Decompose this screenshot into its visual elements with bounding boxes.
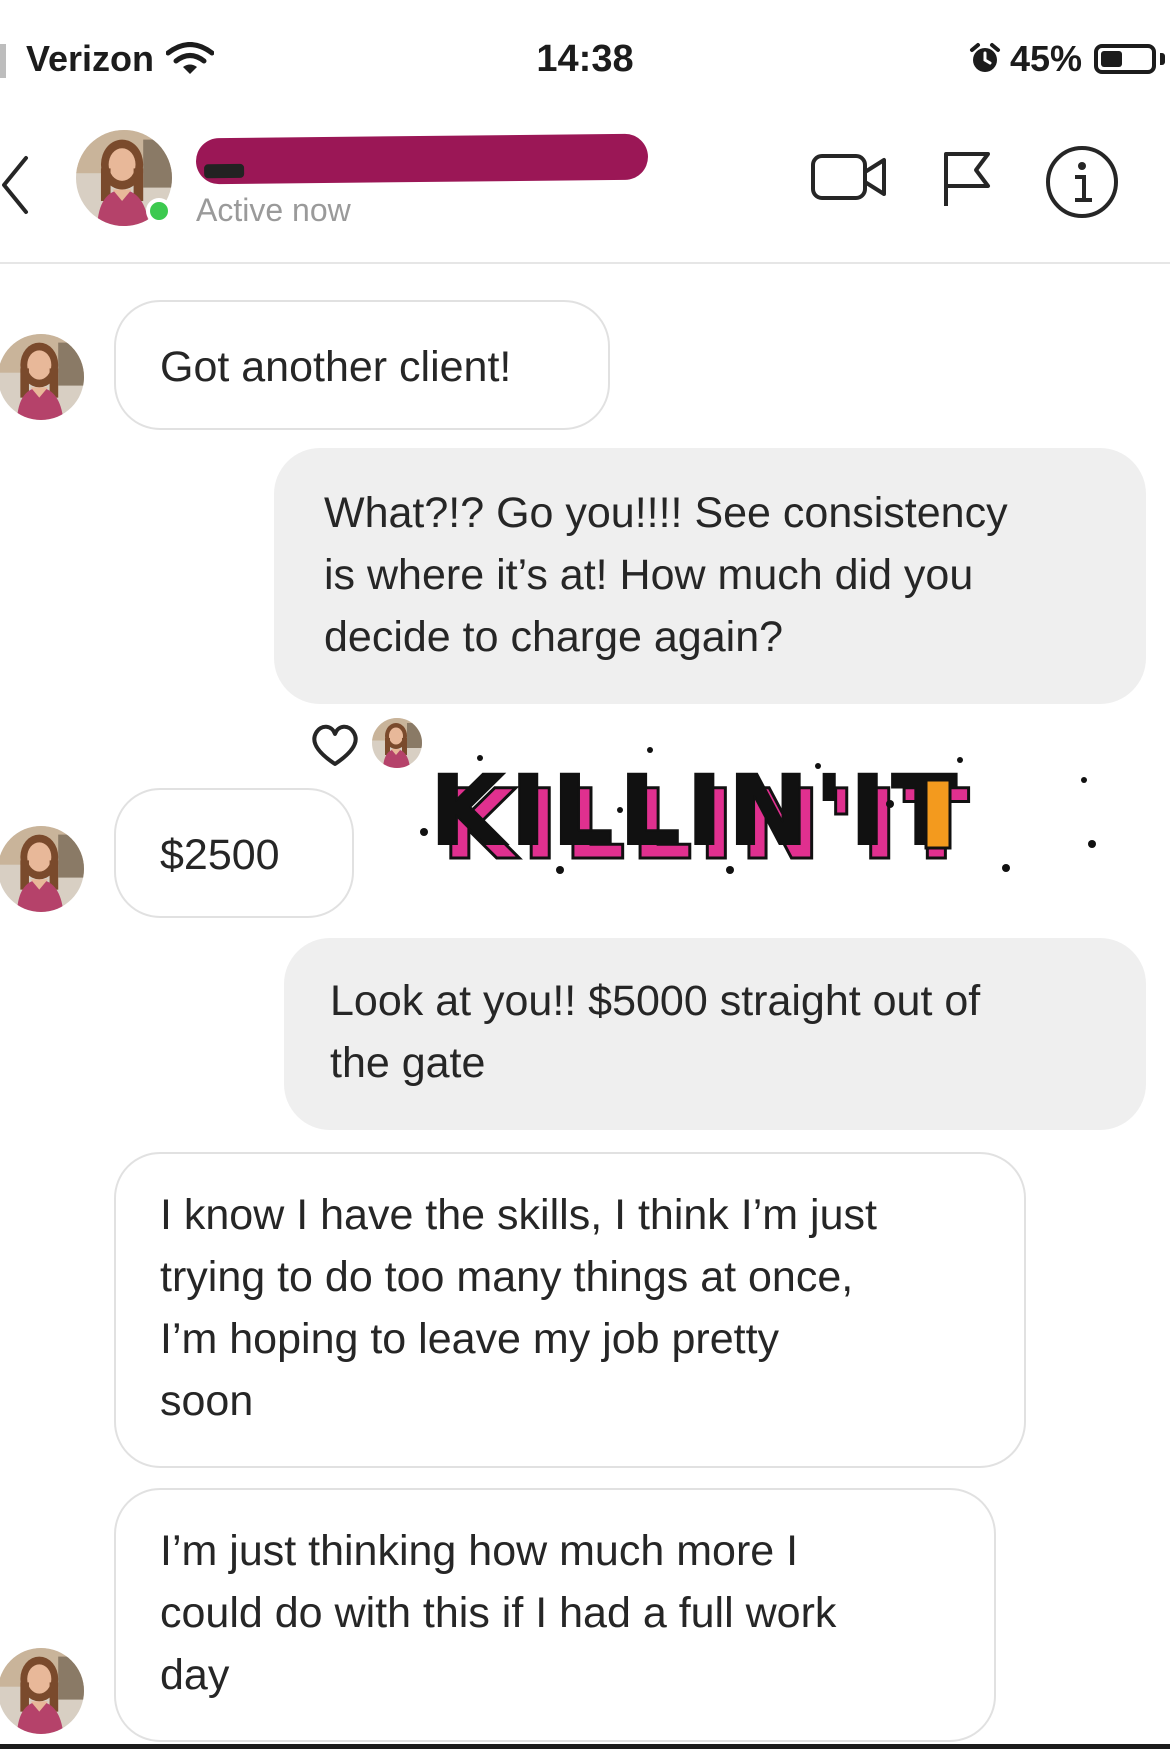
message-line: trying to do too many things at once, [160, 1253, 854, 1301]
sender-avatar[interactable] [0, 826, 84, 912]
message-line: the gate [330, 1039, 486, 1087]
message-line: What?!? Go you!!!! See consistency [324, 489, 1008, 537]
message-line: day [160, 1651, 230, 1699]
back-chevron-icon[interactable] [0, 154, 30, 216]
killin-it-sticker[interactable]: KILLIN'IT KILLIN'IT [420, 740, 1100, 880]
message-bubble-received[interactable]: I’m just thinking how much more I could … [114, 1488, 996, 1742]
message-line: is where it’s at! How much did you [324, 551, 974, 599]
battery-fill [1101, 51, 1123, 67]
message-line: soon [160, 1377, 254, 1425]
message-line: decide to charge again? [324, 613, 784, 661]
message-line: I’m hoping to leave my job pretty [160, 1315, 780, 1363]
message-bubble-received[interactable]: $2500 [114, 788, 354, 918]
sticker-text: KILLIN'IT [430, 755, 963, 867]
flag-icon[interactable] [938, 148, 998, 208]
status-bar: Verizon 14:38 45% [0, 0, 1170, 120]
sender-avatar[interactable] [0, 1648, 84, 1734]
info-icon[interactable] [1044, 144, 1122, 222]
online-status-dot [146, 198, 172, 224]
message-line: could do with this if I had a full work [160, 1589, 837, 1637]
active-status: Active now [196, 192, 351, 228]
message-bubble-sent[interactable]: Look at you!! $5000 straight out of the … [284, 938, 1146, 1130]
read-receipt-avatar [372, 718, 422, 768]
message-bubble-sent[interactable]: What?!? Go you!!!! See consistency is wh… [274, 448, 1146, 704]
message-bubble-received[interactable]: Got another client! [114, 300, 610, 430]
message-text: Got another client! [160, 343, 512, 391]
message-text: $2500 [160, 831, 280, 879]
battery-percent: 45% [1010, 38, 1083, 79]
sender-avatar[interactable] [0, 334, 84, 420]
message-line: I know I have the skills, I think I’m ju… [160, 1191, 877, 1239]
video-call-icon[interactable] [810, 148, 890, 204]
heart-icon[interactable] [310, 722, 360, 768]
message-line: Look at you!! $5000 straight out of [330, 977, 981, 1025]
battery-icon [1094, 44, 1156, 74]
redacted-contact-name [195, 133, 649, 185]
message-bubble-received[interactable]: I know I have the skills, I think I’m ju… [114, 1152, 1026, 1468]
bottom-edge [0, 1744, 1170, 1749]
conversation-header: Active now [0, 120, 1170, 264]
message-line: I’m just thinking how much more I [160, 1527, 799, 1575]
battery-cap [1160, 53, 1165, 65]
alarm-icon [970, 43, 1000, 72]
